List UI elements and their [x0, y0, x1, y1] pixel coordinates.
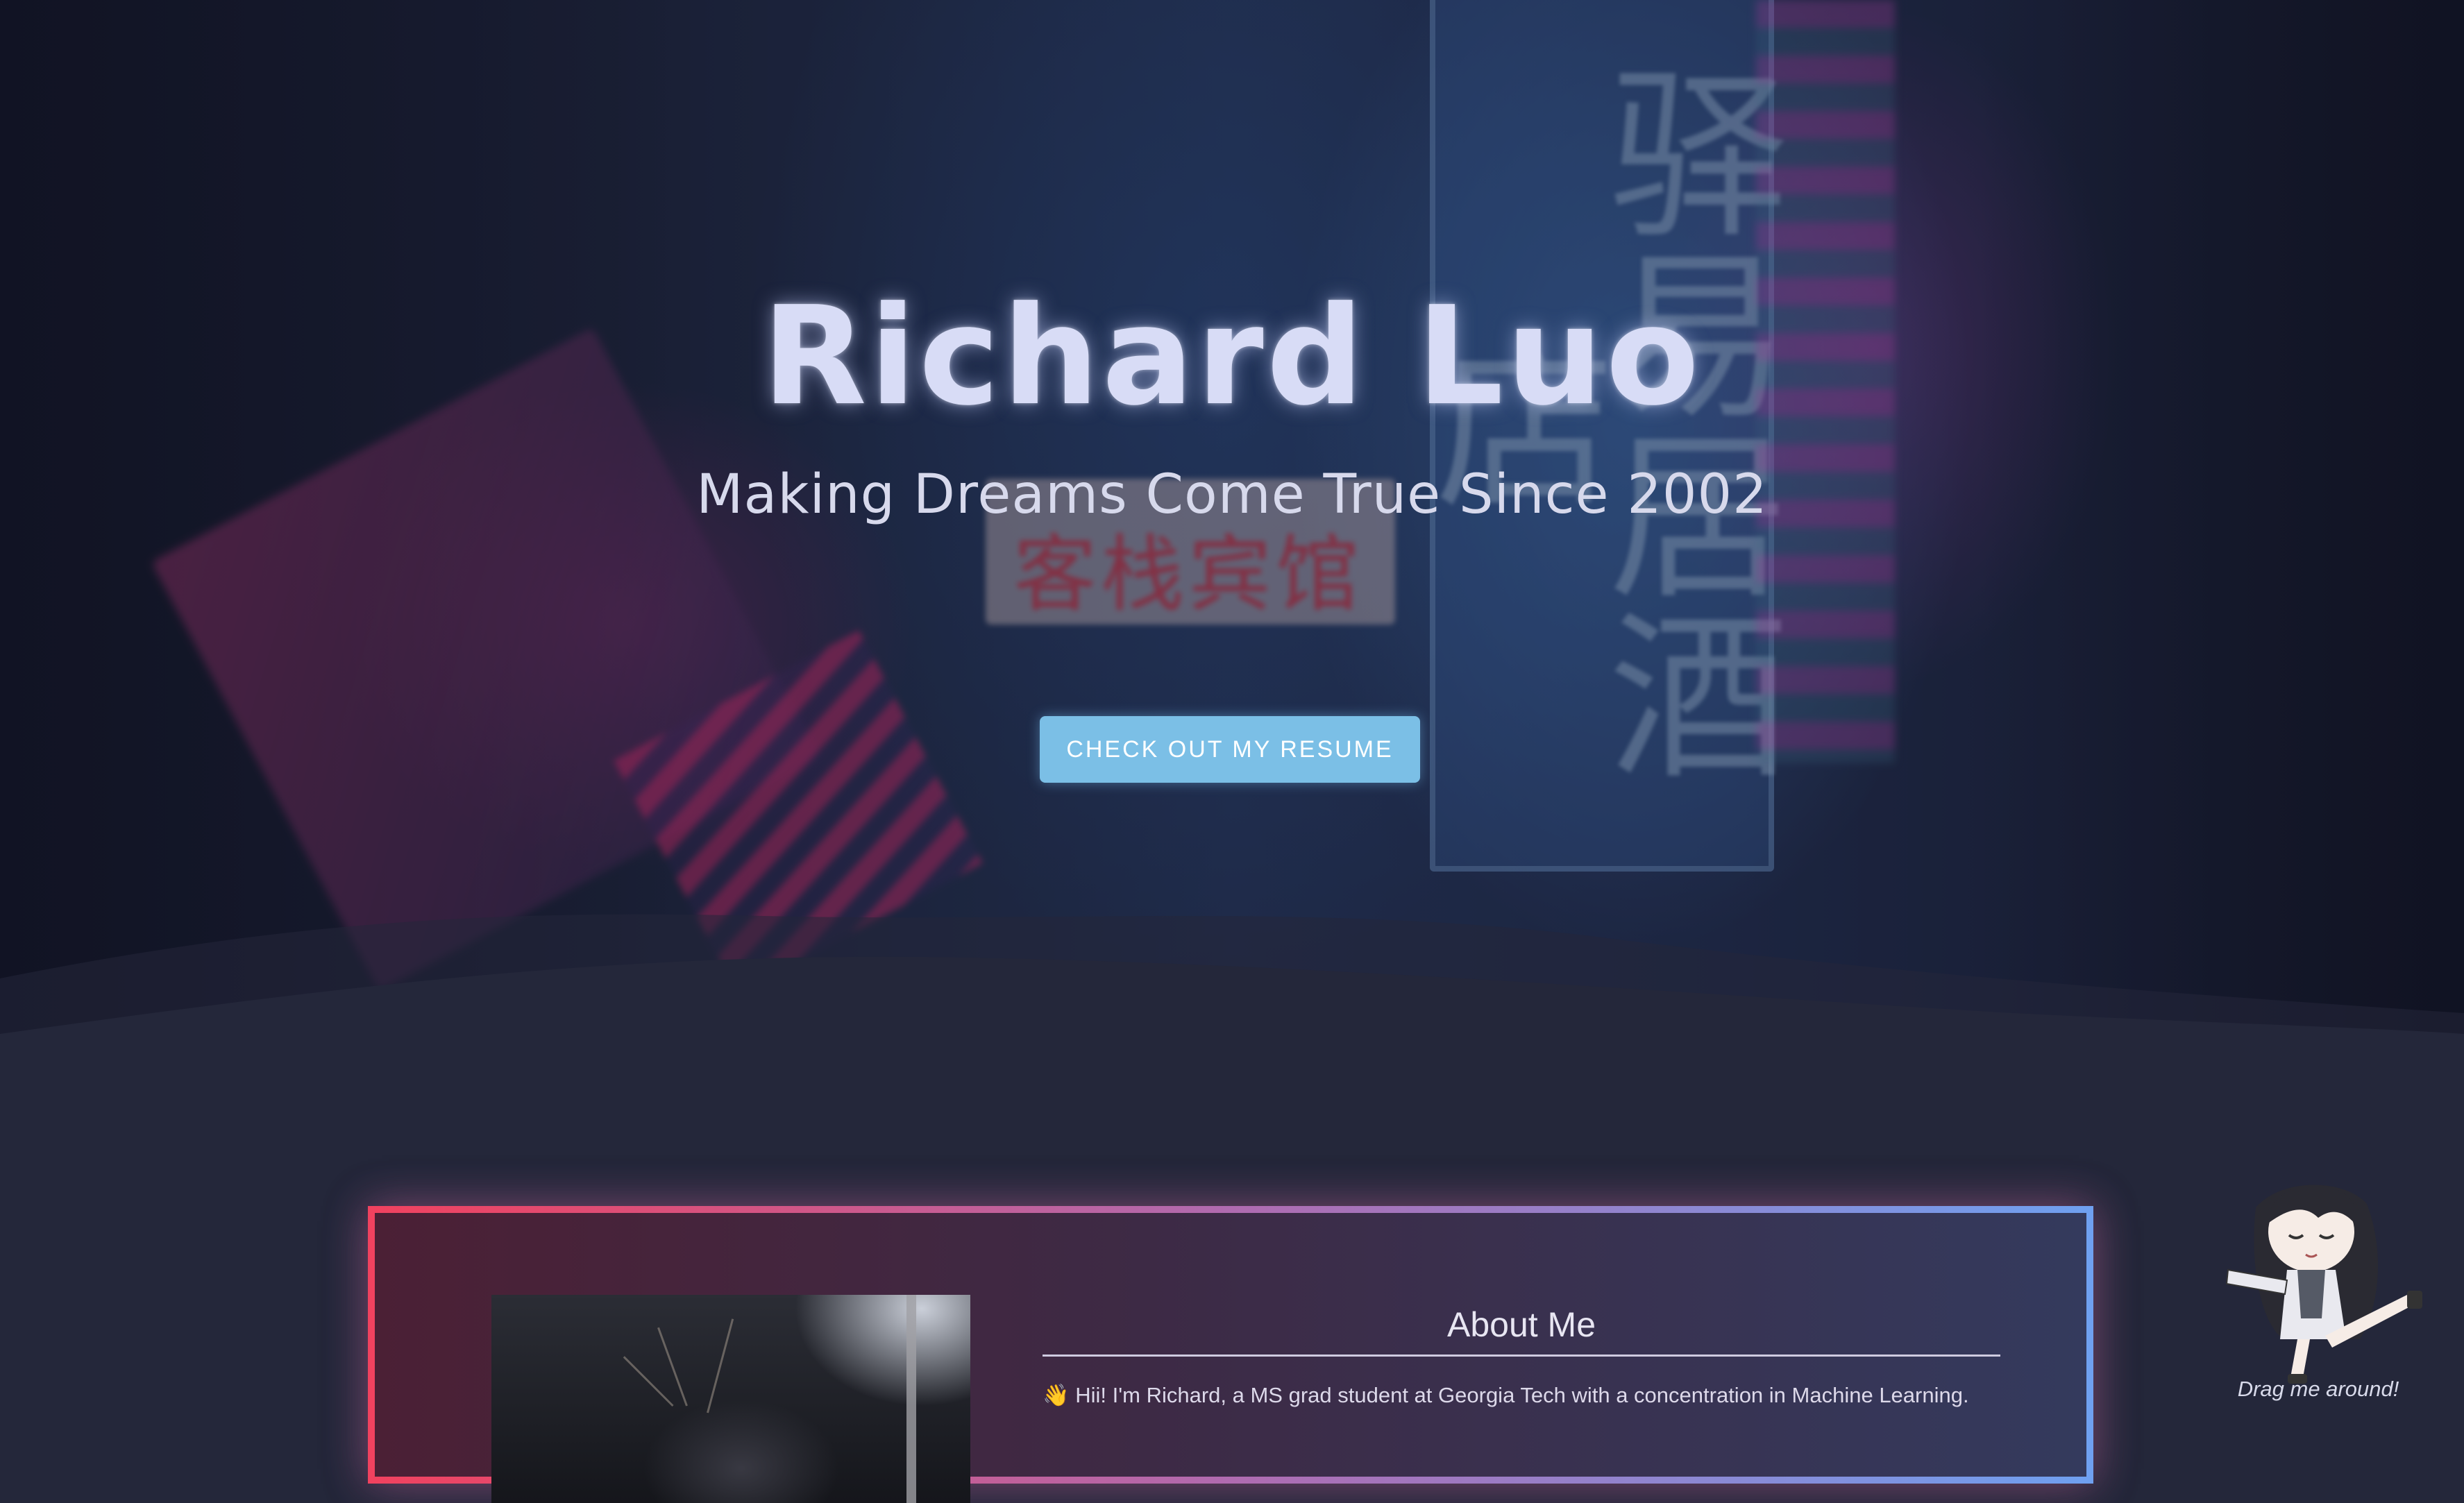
mascot-caption: Drag me around! [2237, 1377, 2399, 1401]
anime-girl-mascot-icon [2225, 1184, 2422, 1384]
page-subtitle: Making Dreams Come True Since 2002 [696, 464, 1768, 526]
photo-branch [707, 1318, 734, 1413]
about-card: About Me 👋 Hii! I'm Richard, a MS grad s… [368, 1206, 2093, 1503]
about-divider [1043, 1355, 2000, 1357]
photo-lamp-pole [906, 1295, 916, 1503]
photo-branch [623, 1356, 674, 1407]
profile-photo [491, 1295, 970, 1503]
resume-button[interactable]: CHECK OUT MY RESUME [1040, 716, 1420, 783]
about-heading: About Me [1446, 1305, 1596, 1344]
draggable-mascot[interactable] [2221, 1166, 2429, 1388]
hero-section: 客栈宾馆 驿易居酒店 Richard Luo Making Dreams Com… [0, 0, 2464, 1082]
about-intro: 👋 Hii! I'm Richard, a MS grad student at… [1043, 1382, 2014, 1408]
waving-hand-icon: 👋 [1043, 1383, 1070, 1407]
hero-wave-divider [0, 914, 2464, 1082]
about-intro-text: Hii! I'm Richard, a MS grad student at G… [1075, 1383, 1969, 1407]
page-title: Richard Luo [761, 278, 1703, 436]
